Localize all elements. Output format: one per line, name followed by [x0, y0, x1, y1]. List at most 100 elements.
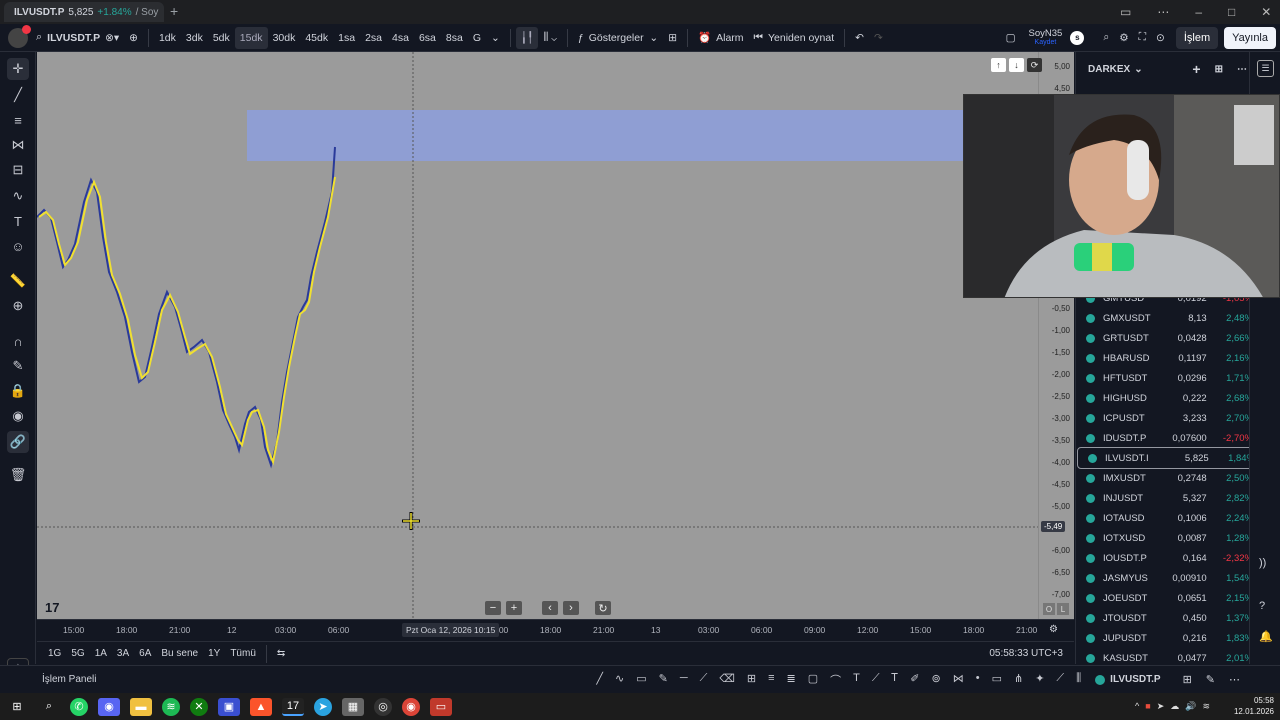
watchlist-row[interactable]: ILVUSDT.I 5,825 1,84% — [1077, 447, 1256, 469]
obs-icon[interactable]: ◎ — [374, 697, 392, 716]
alarm-button[interactable]: ⏰ Alarm — [693, 27, 749, 49]
trade-button[interactable]: İşlem — [1175, 26, 1219, 49]
compare-icon[interactable]: ⊗▾ — [100, 27, 124, 49]
edit-icon[interactable]: ✎ — [1206, 673, 1215, 686]
stay-drawing-icon[interactable]: ✎ — [7, 355, 29, 377]
tray-app-icon[interactable]: ■ — [1145, 701, 1150, 712]
interval-45dk[interactable]: 45dk — [300, 27, 333, 49]
chevron-down-icon[interactable]: ⌄ — [1134, 64, 1142, 75]
interval-2sa[interactable]: 2sa — [360, 27, 387, 49]
time-axis[interactable]: 15:00 18:00 21:00 12 03:00 06:00 15:00 18:00 21:… — [37, 619, 1074, 640]
redo-icon[interactable]: ↷ — [869, 27, 888, 49]
watchlist-more-icon[interactable]: ⋯ — [1237, 64, 1247, 75]
axis-button-o[interactable]: O — [1043, 603, 1055, 615]
account-avatar-icon[interactable] — [8, 24, 31, 48]
windows-start-icon[interactable]: ⊞ — [6, 698, 28, 716]
fib-tool-icon[interactable]: ≡ — [7, 109, 29, 131]
tray-sound-icon[interactable]: 🔊 — [1185, 701, 1196, 712]
folder-icon[interactable]: ▬ — [130, 697, 152, 716]
layouts-icon[interactable]: ⊞ — [663, 27, 682, 49]
goto-date-icon[interactable]: ⇆ — [272, 648, 290, 659]
notifications-bell-icon[interactable]: 🔔 — [1259, 630, 1273, 643]
watchlist-row[interactable]: GMXUSDT 8,13 2,48% — [1076, 308, 1253, 328]
range-button[interactable]: 1G — [43, 648, 66, 659]
interval-1dk[interactable]: 1dk — [154, 27, 181, 49]
interval-15dk[interactable]: 15dk — [234, 26, 268, 49]
link-icon[interactable]: 🔗 — [7, 431, 29, 453]
text-tool-icon[interactable]: T — [7, 210, 29, 232]
range-button[interactable]: 6A — [134, 648, 156, 659]
app-blue-icon[interactable]: ▣ — [218, 697, 240, 716]
trash-icon[interactable]: 🗑 — [7, 464, 29, 486]
grid-view-icon[interactable]: ⊞ — [1183, 673, 1192, 686]
candle-style-icon[interactable]: ╽╿ — [515, 26, 539, 49]
watchlist-row[interactable]: HFTUSDT 0,0296 1,71% — [1076, 368, 1253, 388]
pattern-tool-icon[interactable]: ⋈ — [7, 134, 29, 156]
ruler-tool-icon[interactable]: 📏 — [7, 270, 29, 292]
cast-icon[interactable]: ▭ — [1120, 5, 1131, 19]
publish-button[interactable]: Yayınla — [1224, 26, 1276, 49]
watchlist-row[interactable]: HBARUSD 0,1197 2,16% — [1076, 348, 1253, 368]
system-clock[interactable]: 05:58 12.01.2026 — [1234, 695, 1274, 717]
tray-arrow-icon[interactable]: ➤ — [1157, 701, 1165, 712]
rectangle-tool-icon[interactable]: ▢ — [808, 672, 818, 688]
pen-tool-icon[interactable]: ✎ — [659, 672, 668, 688]
brush-icon[interactable]: ⟋ — [1056, 672, 1064, 688]
watchlist-title[interactable]: DARKEX — [1088, 64, 1130, 75]
bar-pattern-icon[interactable]: ⫼ — [1076, 672, 1081, 688]
eraser-icon[interactable]: ⌫ — [719, 672, 735, 688]
fib-retracement-icon[interactable]: ≡ — [768, 672, 774, 688]
watchlist-row[interactable]: IOTXUSD 0,0087 1,28% — [1076, 528, 1253, 548]
text-icon[interactable]: T — [853, 672, 860, 688]
watchlist-row[interactable]: JASMYUS 0,00910 1,54% — [1076, 568, 1253, 588]
utc-clock[interactable]: 05:58:33 UTC+3 — [984, 648, 1068, 659]
brave-icon[interactable]: ▲ — [250, 697, 272, 716]
extended-line-icon[interactable]: ⟋ — [700, 672, 708, 688]
axis-button-l[interactable]: L — [1057, 603, 1069, 615]
lock-icon[interactable]: 🔒 — [7, 380, 29, 402]
fullscreen-icon[interactable]: ⛶ — [1134, 27, 1151, 49]
fullscreen-box-icon[interactable]: ▢ — [1001, 27, 1021, 49]
tray-cloud-icon[interactable]: ☁ — [1170, 701, 1179, 712]
range-button[interactable]: 1A — [90, 648, 112, 659]
callout-tool-icon[interactable]: ▭ — [636, 672, 646, 688]
watchlist-row[interactable]: IOTAUSD 0,1006 2,24% — [1076, 508, 1253, 528]
symbol-search[interactable]: ⌕ ILVUSDT.P — [36, 31, 100, 44]
fib-extension-icon[interactable]: ≣ — [787, 672, 796, 688]
whatsapp-icon[interactable]: ✆ — [70, 697, 88, 716]
watchlist-row[interactable]: GRTUSDT 0,0428 2,66% — [1076, 328, 1253, 348]
chart-pane[interactable]: 17 − + ‹ › ↻ — [37, 52, 1074, 619]
tradingview-taskbar-icon[interactable]: 17 — [282, 697, 304, 716]
sync-icon[interactable]: ⟳ — [1027, 58, 1042, 72]
magic-icon[interactable]: ✦ — [1035, 672, 1044, 688]
chart-type-icon[interactable]: ⫼ ⌄ — [538, 27, 561, 49]
watchlist-row[interactable]: ICPUSDT 3,233 2,70% — [1076, 408, 1253, 428]
spotify-icon[interactable]: ≋ — [162, 697, 180, 716]
grid-tool-icon[interactable]: ⊞ — [747, 672, 756, 688]
watchlist-row[interactable]: JTOUSDT 0,450 1,37% — [1076, 608, 1253, 628]
watchlist-layout-icon[interactable]: ⊞ — [1215, 64, 1223, 75]
arrow-up-icon[interactable]: ↑ — [991, 58, 1006, 72]
settings-gear-icon[interactable]: ⚙ — [1114, 27, 1133, 49]
range-button[interactable]: 5G — [66, 648, 89, 659]
interval-1sa[interactable]: 1sa — [333, 27, 360, 49]
minimize-icon[interactable]: – — [1195, 5, 1202, 19]
visibility-eye-icon[interactable]: ◉ — [7, 405, 29, 427]
new-tab-plus-icon[interactable]: + — [170, 3, 178, 19]
interval-dropdown-icon[interactable]: ⌄ — [486, 27, 505, 49]
add-symbol-plus-icon[interactable]: + — [1192, 61, 1200, 77]
tray-chevron-icon[interactable]: ^ — [1135, 701, 1139, 712]
interval-5dk[interactable]: 5dk — [208, 27, 235, 49]
emoji-tool-icon[interactable]: ☺ — [7, 235, 29, 257]
range-button[interactable]: Bu sene — [156, 648, 203, 659]
watchlist-row[interactable]: IDUSDT.P 0,07600 -2,70% — [1076, 428, 1253, 448]
more-icon[interactable]: ⋯ — [1157, 5, 1169, 19]
watchlist-panel-icon[interactable]: ☰ — [1257, 60, 1274, 77]
signal-icon[interactable]: ⋔ — [1014, 672, 1023, 688]
watchlist-row[interactable]: IMXUSDT 0,2748 2,50% — [1076, 468, 1253, 488]
bottom-symbol[interactable]: ILVUSDT.P — [1095, 674, 1161, 685]
layout-name[interactable]: SoyN35 Kaydet — [1029, 28, 1063, 47]
chrome-icon[interactable]: ◉ — [402, 697, 420, 716]
axis-settings-icon[interactable]: ⚙ — [1049, 624, 1058, 635]
watchlist-row[interactable]: INJUSDT 5,327 2,82% — [1076, 488, 1253, 508]
